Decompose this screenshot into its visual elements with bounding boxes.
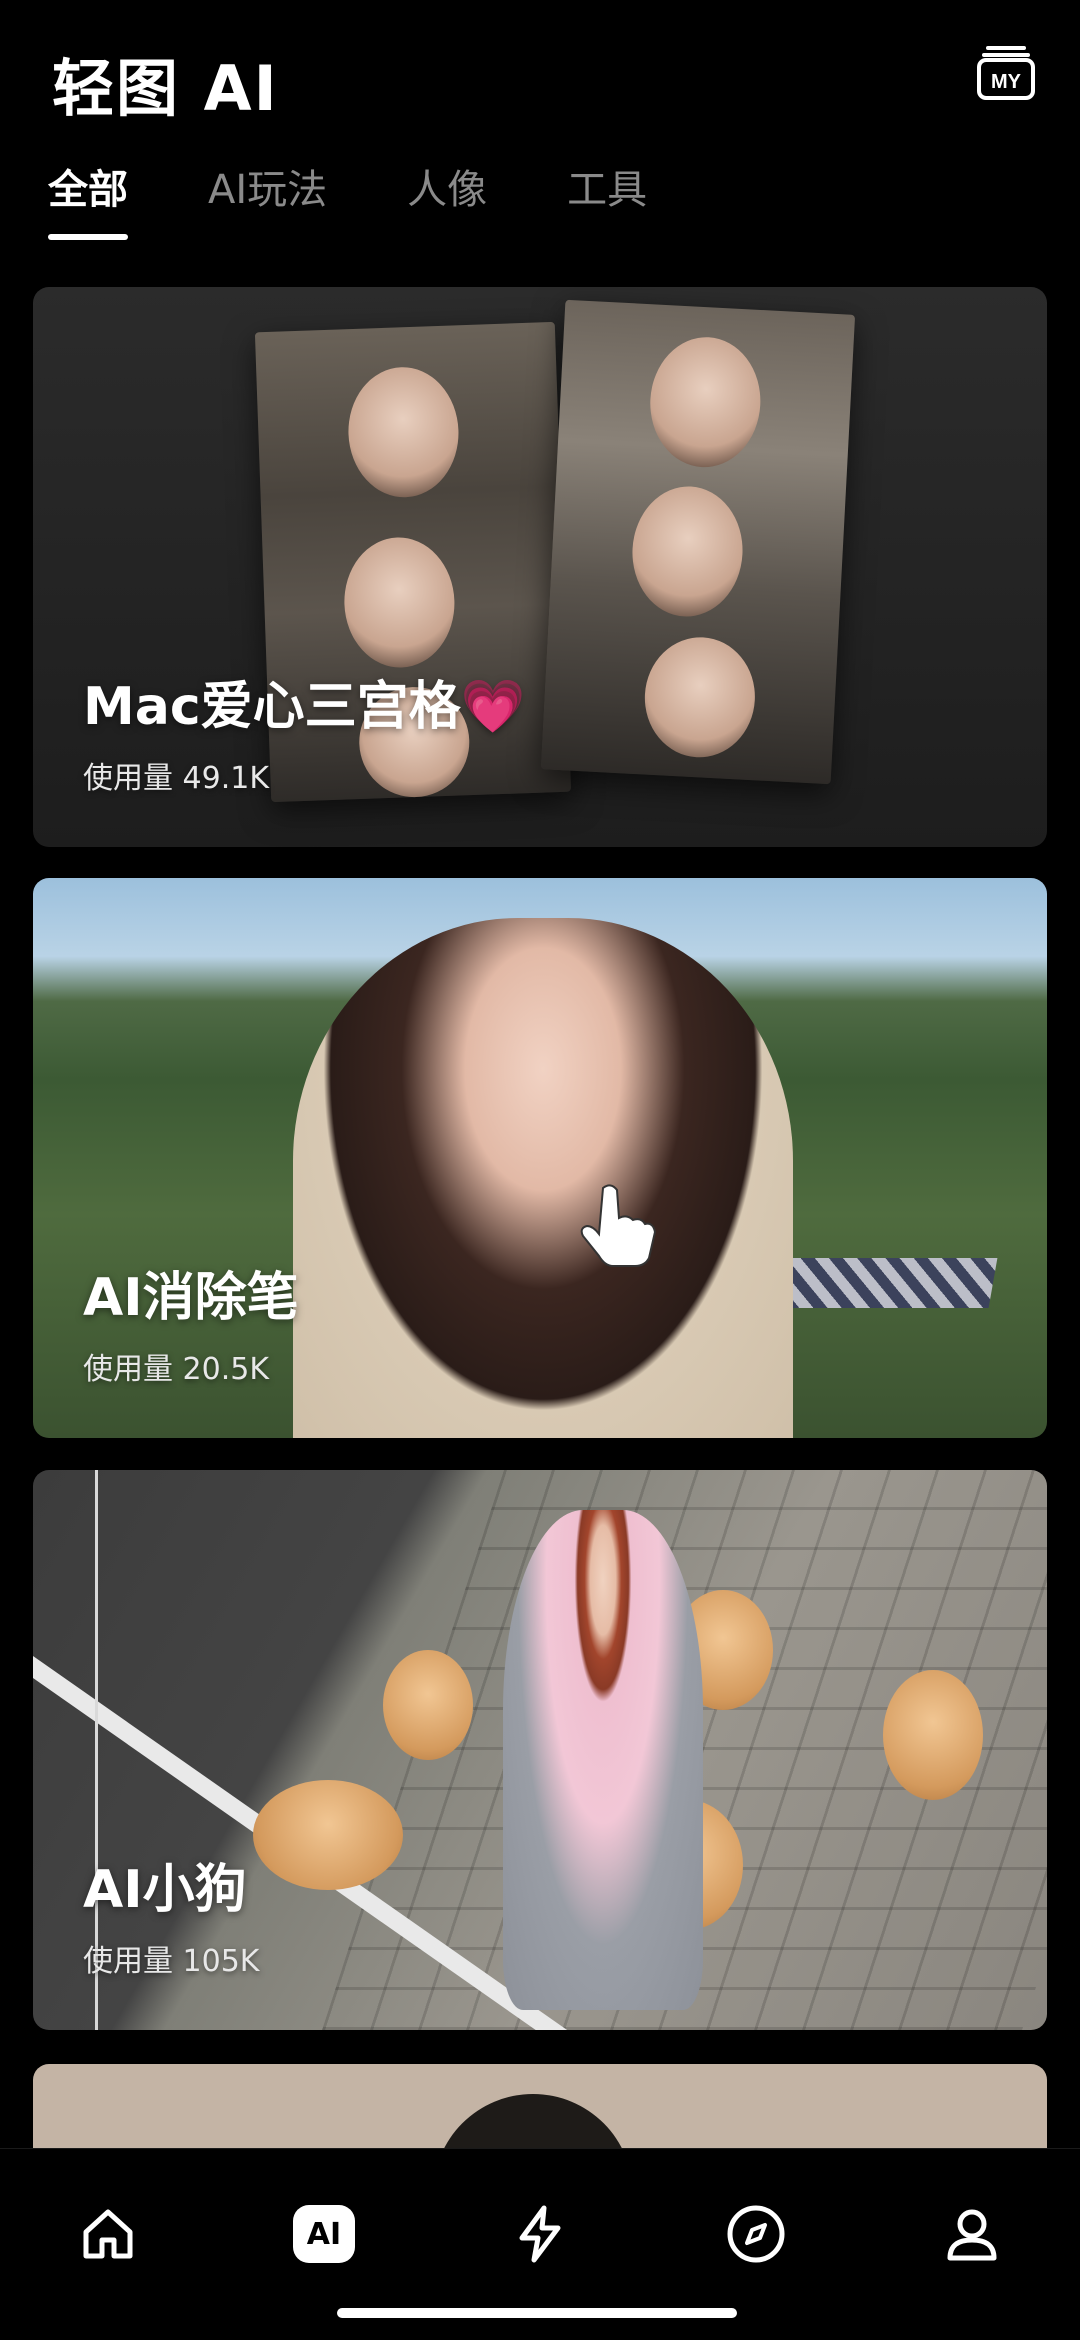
card-usage-count: 使用量 105K [83, 1944, 260, 1979]
nav-discover[interactable] [721, 2199, 791, 2269]
card-label: AI小狗 使用量 105K [83, 1858, 259, 1980]
puppy-image [383, 1650, 473, 1760]
card-label: AI消除笔 使用量 20.5K [83, 1266, 299, 1388]
home-indicator[interactable] [337, 2308, 737, 2318]
card-label: Mac爱心三宫格💗 使用量 49.1K [83, 675, 525, 797]
nav-lightning[interactable] [505, 2199, 575, 2269]
ai-icon: AI [293, 2205, 355, 2263]
nav-ai[interactable]: AI [289, 2199, 359, 2269]
tab-ai-play[interactable]: AI玩法 [208, 160, 327, 240]
tab-tools[interactable]: 工具 [567, 160, 647, 240]
profile-icon [947, 2209, 997, 2261]
card-usage-count: 使用量 20.5K [83, 1352, 270, 1387]
my-label: MY [991, 71, 1022, 93]
app-title: 轻图 AI [52, 52, 279, 125]
puppy-image [253, 1780, 403, 1890]
card-title: AI小狗 [83, 1860, 247, 1920]
app-screen: 轻图 AI MY 全部 AI玩法 人像 工具 Mac爱心三宫格💗 使用量 49.… [0, 0, 1080, 2340]
tab-portrait[interactable]: 人像 [407, 160, 487, 240]
hand-pointer-icon [580, 1184, 657, 1267]
heart-emoji-icon: 💗 [460, 677, 526, 737]
tab-all[interactable]: 全部 [48, 160, 128, 240]
nav-profile[interactable] [937, 2199, 1007, 2269]
puppy-image [883, 1670, 983, 1800]
feature-card-ai-eraser[interactable]: AI消除笔 使用量 20.5K [33, 878, 1047, 1438]
sample-photo-strip-right [540, 299, 856, 785]
lightning-icon [519, 2205, 561, 2263]
card-title-text: Mac爱心三宫格 [83, 677, 461, 737]
my-works-button[interactable]: MY [976, 44, 1036, 102]
feature-card-ai-puppy[interactable]: AI小狗 使用量 105K [33, 1470, 1047, 2030]
portrait-image [503, 1510, 703, 2010]
card-title: AI消除笔 [83, 1268, 299, 1328]
category-tabs: 全部 AI玩法 人像 工具 [48, 160, 647, 240]
header: 轻图 AI MY [0, 0, 1080, 150]
my-works-icon: MY [977, 46, 1035, 100]
card-usage-count: 使用量 49.1K [83, 761, 270, 796]
compass-icon [727, 2205, 785, 2263]
card-title: Mac爱心三宫格💗 [83, 675, 525, 739]
home-icon [83, 2209, 133, 2259]
feature-card-mac-heart-grid[interactable]: Mac爱心三宫格💗 使用量 49.1K [33, 287, 1047, 847]
nav-home[interactable] [73, 2199, 143, 2269]
portrait-image [293, 918, 793, 1438]
